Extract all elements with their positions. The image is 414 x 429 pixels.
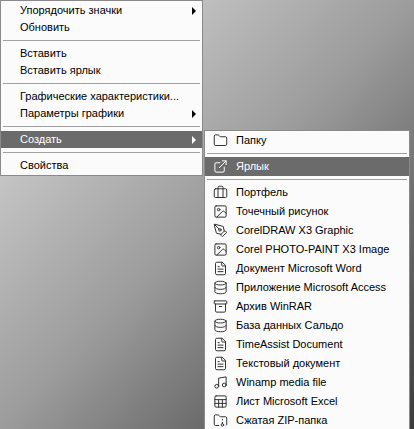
menu-separator [3, 152, 200, 153]
file-type-icon [213, 133, 228, 148]
menu-item[interactable]: Упорядочить значки [1, 2, 202, 19]
menu-separator [3, 40, 200, 41]
submenu-item[interactable]: Ярлык [205, 157, 409, 176]
submenu-item[interactable]: CorelDRAW X3 Graphic [205, 221, 409, 240]
submenu-item[interactable]: Портфель [205, 183, 409, 202]
menu-item[interactable]: Вставить ярлык [1, 62, 202, 79]
file-type-icon [213, 261, 228, 276]
menu-item[interactable]: Графические характеристики... [1, 88, 202, 105]
file-type-icon [213, 242, 228, 257]
submenu-arrow-icon [192, 110, 196, 118]
file-type-icon [213, 356, 228, 371]
menu-item[interactable]: Обновить [1, 19, 202, 36]
submenu-item[interactable]: Winamp media file [205, 373, 409, 392]
submenu-item[interactable]: Приложение Microsoft Access [205, 278, 409, 297]
menu-item[interactable]: Параметры графики [1, 105, 202, 122]
submenu-item[interactable]: Corel PHOTO-PAINT X3 Image [205, 240, 409, 259]
menu-item[interactable]: Свойства [1, 157, 202, 174]
file-type-icon [213, 299, 228, 314]
submenu-item[interactable]: Архив WinRAR [205, 297, 409, 316]
menu-separator [207, 153, 407, 154]
menu-item[interactable]: Вставить [1, 45, 202, 62]
submenu-item[interactable]: Лист Microsoft Excel [205, 392, 409, 411]
submenu-item[interactable]: Папку [205, 131, 409, 150]
file-type-icon [213, 337, 228, 352]
menu-item[interactable]: Создать [1, 131, 202, 148]
menu-separator [3, 126, 200, 127]
submenu-item[interactable]: TimeAssist Document [205, 335, 409, 354]
submenu-item[interactable]: Текстовый документ [205, 354, 409, 373]
file-type-icon [213, 375, 228, 390]
menu-separator [207, 179, 407, 180]
file-type-icon [213, 394, 228, 409]
submenu-item[interactable]: Сжатая ZIP-папка [205, 411, 409, 429]
submenu-item[interactable]: База данных Сальдо [205, 316, 409, 335]
submenu-item[interactable]: Документ Microsoft Word [205, 259, 409, 278]
file-type-icon [213, 185, 228, 200]
submenu-arrow-icon [192, 136, 196, 144]
file-type-icon [213, 413, 228, 428]
context-menu: Упорядочить значкиОбновить ВставитьВстави… [0, 0, 203, 176]
create-submenu: Папку Ярлык ПортфельТочечный рисунокCorelD… [204, 130, 410, 429]
submenu-arrow-icon [192, 7, 196, 15]
menu-separator [3, 83, 200, 84]
file-type-icon [213, 223, 228, 238]
file-type-icon [213, 204, 228, 219]
file-type-icon [213, 280, 228, 295]
file-type-icon [213, 159, 228, 174]
submenu-item[interactable]: Точечный рисунок [205, 202, 409, 221]
desktop: Упорядочить значкиОбновить ВставитьВстави… [0, 0, 414, 429]
file-type-icon [213, 318, 228, 333]
